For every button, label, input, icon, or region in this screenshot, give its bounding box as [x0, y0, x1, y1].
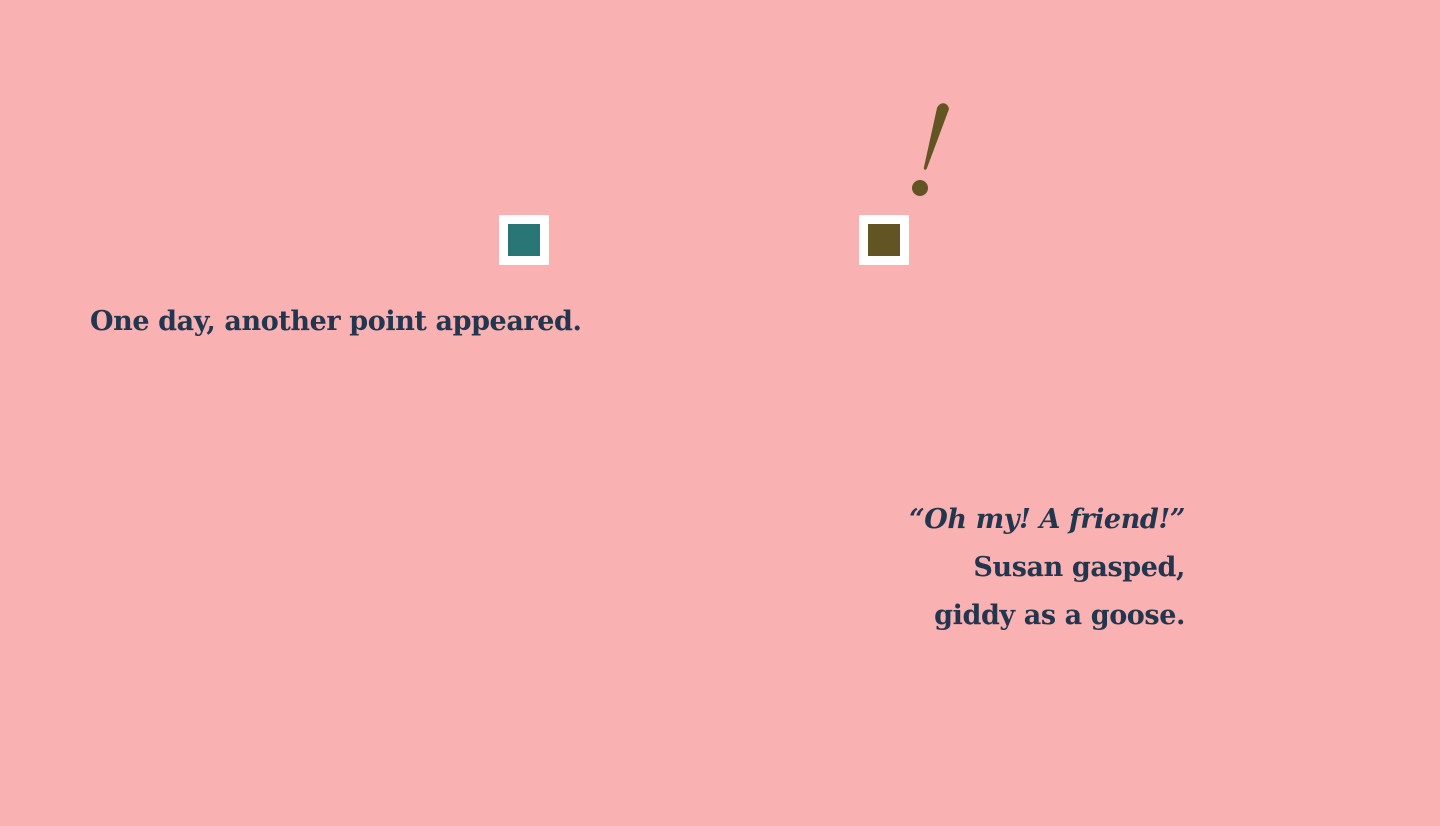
exclamation-mark-icon	[912, 103, 949, 196]
dialogue-line-2: Susan gasped,	[973, 552, 1185, 583]
olive-point	[859, 215, 909, 265]
dialogue-quote: “Oh my! A friend!”	[909, 504, 1185, 535]
narration-text: One day, another point appeared.	[90, 306, 582, 337]
teal-point	[499, 215, 549, 265]
dialogue-block: “Oh my! A friend!” Susan gasped, giddy a…	[909, 496, 1185, 640]
dialogue-line-3: giddy as a goose.	[934, 600, 1185, 631]
